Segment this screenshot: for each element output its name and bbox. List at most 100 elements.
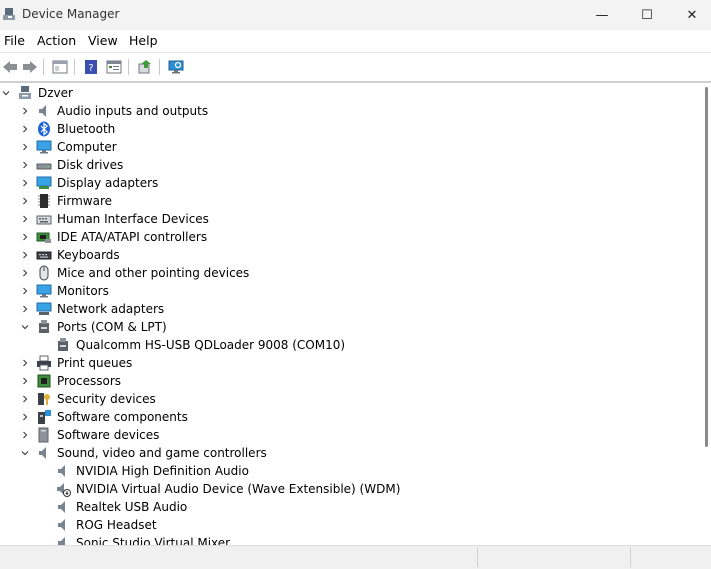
category-label: Processors bbox=[57, 374, 122, 388]
category-monitors[interactable]: Monitors bbox=[0, 282, 697, 300]
software-component-icon bbox=[38, 410, 51, 424]
tree-root-label: Dzver bbox=[38, 86, 73, 100]
vertical-scrollbar[interactable] bbox=[697, 83, 711, 545]
category-ide-ata-atapi-controllers[interactable]: IDE ATA/ATAPI controllers bbox=[0, 228, 697, 246]
security-key-icon bbox=[38, 393, 50, 405]
device-label: ROG Headset bbox=[76, 518, 157, 532]
device-qualcomm-qdloader[interactable]: Qualcomm HS-USB QDLoader 9008 (COM10) bbox=[0, 336, 697, 354]
chevron-right-icon[interactable] bbox=[19, 138, 31, 156]
category-label: Sound, video and game controllers bbox=[57, 446, 267, 460]
close-button[interactable]: ✕ bbox=[669, 0, 711, 30]
chevron-right-icon[interactable] bbox=[19, 372, 31, 390]
maximize-button[interactable]: ☐ bbox=[624, 0, 670, 30]
category-label: IDE ATA/ATAPI controllers bbox=[57, 230, 208, 244]
chevron-down-icon[interactable] bbox=[0, 84, 12, 102]
speaker-icon bbox=[58, 465, 65, 477]
device-sonic-studio-virtual-mixer[interactable]: Sonic Studio Virtual Mixer bbox=[0, 534, 697, 545]
chevron-right-icon[interactable] bbox=[19, 174, 31, 192]
chevron-down-icon[interactable] bbox=[19, 318, 31, 336]
menu-file[interactable]: File bbox=[4, 33, 25, 48]
display-adapter-icon bbox=[36, 176, 52, 189]
category-network-adapters[interactable]: Network adapters bbox=[0, 300, 697, 318]
update-driver-button[interactable] bbox=[135, 57, 155, 77]
processor-icon bbox=[37, 374, 51, 388]
device-realtek-usb-audio[interactable]: Realtek USB Audio bbox=[0, 498, 697, 516]
chevron-right-icon[interactable] bbox=[19, 102, 31, 120]
speaker-icon bbox=[58, 519, 65, 531]
scrollbar-thumb[interactable] bbox=[705, 87, 708, 447]
category-label: Audio inputs and outputs bbox=[57, 104, 209, 118]
category-bluetooth[interactable]: Bluetooth bbox=[0, 120, 697, 138]
menu-help[interactable]: Help bbox=[129, 33, 158, 48]
category-firmware[interactable]: Firmware bbox=[0, 192, 697, 210]
device-label: NVIDIA High Definition Audio bbox=[76, 464, 249, 478]
chevron-right-icon[interactable] bbox=[19, 426, 31, 444]
help-button[interactable]: ? bbox=[81, 57, 101, 77]
tree-root[interactable]: Dzver bbox=[0, 84, 697, 102]
chevron-right-icon[interactable] bbox=[19, 264, 31, 282]
category-label: Firmware bbox=[57, 194, 112, 208]
category-label: Ports (COM & LPT) bbox=[57, 320, 167, 334]
back-icon bbox=[3, 61, 17, 73]
category-label: Disk drives bbox=[57, 158, 124, 172]
device-tree: Dzver Audio inputs and outputs Bluetooth… bbox=[0, 83, 697, 545]
chevron-down-icon[interactable] bbox=[19, 444, 31, 462]
category-label: Display adapters bbox=[57, 176, 159, 190]
chevron-right-icon[interactable] bbox=[19, 408, 31, 426]
svg-text:?: ? bbox=[88, 63, 93, 74]
chevron-right-icon[interactable] bbox=[19, 354, 31, 372]
chevron-right-icon[interactable] bbox=[19, 282, 31, 300]
category-label: Print queues bbox=[57, 356, 133, 370]
speaker-icon bbox=[58, 537, 65, 545]
category-ports-com-lpt[interactable]: Ports (COM & LPT) bbox=[0, 318, 697, 336]
category-label: Monitors bbox=[57, 284, 109, 298]
category-label: Software devices bbox=[57, 428, 160, 442]
category-keyboards[interactable]: Keyboards bbox=[0, 246, 697, 264]
category-software-components[interactable]: Software components bbox=[0, 408, 697, 426]
chevron-right-icon[interactable] bbox=[19, 156, 31, 174]
speaker-icon bbox=[39, 447, 46, 459]
port-icon bbox=[58, 338, 68, 351]
chevron-right-icon[interactable] bbox=[19, 120, 31, 138]
hid-keyboard-icon bbox=[36, 215, 52, 225]
chevron-right-icon[interactable] bbox=[19, 210, 31, 228]
category-print-queues[interactable]: Print queues bbox=[0, 354, 697, 372]
category-mice-pointing-devices[interactable]: Mice and other pointing devices bbox=[0, 264, 697, 282]
status-divider bbox=[477, 548, 478, 567]
category-disk-drives[interactable]: Disk drives bbox=[0, 156, 697, 174]
back-button[interactable] bbox=[0, 57, 20, 77]
status-bar bbox=[0, 545, 711, 569]
printer-icon bbox=[37, 355, 51, 371]
chevron-right-icon[interactable] bbox=[19, 390, 31, 408]
category-label: Security devices bbox=[57, 392, 156, 406]
category-label: Keyboards bbox=[57, 248, 120, 262]
device-rog-headset[interactable]: ROG Headset bbox=[0, 516, 697, 534]
minimize-button[interactable]: — bbox=[579, 0, 625, 30]
device-nvidia-virtual-audio[interactable]: NVIDIA Virtual Audio Device (Wave Extens… bbox=[0, 480, 697, 498]
category-computer[interactable]: Computer bbox=[0, 138, 697, 156]
toolbar-separator bbox=[74, 59, 75, 75]
category-security-devices[interactable]: Security devices bbox=[0, 390, 697, 408]
menu-action[interactable]: Action bbox=[37, 33, 76, 48]
properties-button[interactable] bbox=[104, 57, 124, 77]
category-audio-inputs-outputs[interactable]: Audio inputs and outputs bbox=[0, 102, 697, 120]
show-hide-console-tree-button[interactable] bbox=[50, 57, 70, 77]
device-nvidia-hd-audio[interactable]: NVIDIA High Definition Audio bbox=[0, 462, 697, 480]
category-label: Bluetooth bbox=[57, 122, 116, 136]
network-adapter-icon bbox=[36, 302, 52, 315]
keyboard-icon bbox=[36, 251, 52, 260]
category-human-interface-devices[interactable]: Human Interface Devices bbox=[0, 210, 697, 228]
menu-bar: File Action View Help bbox=[0, 30, 711, 53]
title-bar: Device Manager — ☐ ✕ bbox=[0, 0, 711, 30]
scan-hardware-button[interactable] bbox=[166, 57, 186, 77]
chevron-right-icon[interactable] bbox=[19, 192, 31, 210]
category-processors[interactable]: Processors bbox=[0, 372, 697, 390]
category-sound-video-game-controllers[interactable]: Sound, video and game controllers bbox=[0, 444, 697, 462]
chevron-right-icon[interactable] bbox=[19, 228, 31, 246]
forward-button[interactable] bbox=[20, 57, 40, 77]
chevron-right-icon[interactable] bbox=[19, 246, 31, 264]
chevron-right-icon[interactable] bbox=[19, 300, 31, 318]
menu-view[interactable]: View bbox=[88, 33, 118, 48]
category-software-devices[interactable]: Software devices bbox=[0, 426, 697, 444]
category-display-adapters[interactable]: Display adapters bbox=[0, 174, 697, 192]
